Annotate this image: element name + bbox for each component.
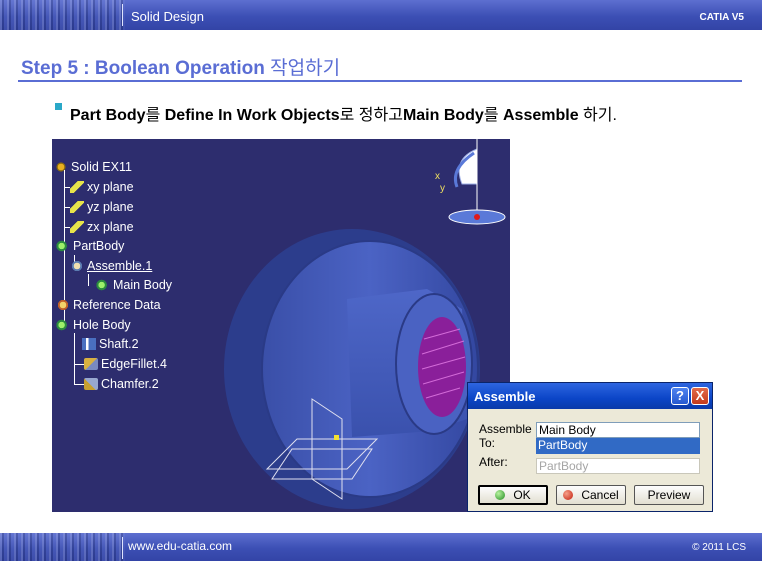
gear-icon: [54, 161, 68, 173]
tree-line: [74, 333, 75, 385]
cancel-button[interactable]: Cancel: [556, 485, 626, 505]
header-bar: Solid Design CATIA V5: [0, 0, 762, 30]
tree-item-label: Shaft.2: [99, 337, 139, 351]
tree-item-yz-plane[interactable]: yz plane: [70, 198, 134, 216]
body-icon: [56, 319, 70, 331]
tree-item-label: EdgeFillet.4: [101, 357, 168, 371]
instruction-text-1: 를: [145, 107, 165, 124]
shaft-icon: [82, 338, 96, 350]
plane-icon: [70, 201, 84, 213]
bullet-icon: [55, 103, 62, 110]
tree-item-shaft[interactable]: Shaft.2: [82, 335, 139, 353]
footer-decoration: [0, 533, 125, 561]
assemble-icon: [70, 260, 84, 272]
compass-widget[interactable]: x y: [432, 139, 510, 234]
chamfer-icon: [84, 378, 98, 390]
slide-title: Step 5 : Boolean Operation 작업하기: [21, 53, 340, 80]
instruction-part-body: Part Body: [70, 107, 146, 124]
body-icon: [56, 240, 70, 252]
instruction-text: Part Body를 Define In Work Objects로 정하고Ma…: [70, 101, 617, 125]
instruction-text-4: 하기.: [578, 107, 617, 124]
header-brand: CATIA V5: [699, 12, 744, 23]
footer-bar: www.edu-catia.com © 2011 LCS: [0, 533, 762, 561]
compass-y-label: y: [440, 183, 445, 194]
plane-icon: [70, 181, 84, 193]
hub-bore: [418, 317, 466, 417]
ok-icon: [495, 490, 506, 500]
footer-copyright: © 2011 LCS: [692, 542, 746, 553]
slide-title-en: Step 5 : Boolean Operation: [21, 58, 265, 79]
ok-label: OK: [513, 488, 531, 502]
instruction-assemble: Assemble: [503, 107, 579, 124]
instruction-main-body: Main Body: [402, 107, 484, 124]
tree-item-partbody[interactable]: PartBody: [56, 237, 124, 255]
tree-line: [88, 274, 89, 286]
instruction-text-2: 로 정하고: [339, 107, 403, 124]
preview-label: Preview: [647, 488, 691, 502]
header-divider: [122, 4, 123, 26]
after-label: After:: [479, 455, 508, 469]
tree-line: [74, 364, 84, 365]
instruction-text-3: 를: [483, 107, 503, 124]
tree-item-xy-plane[interactable]: xy plane: [70, 178, 134, 196]
header-title: Solid Design: [131, 9, 204, 24]
catia-viewport[interactable]: x y Solid EX11 xy plane yz plane zx plan…: [52, 139, 510, 512]
tree-item-zx-plane[interactable]: zx plane: [70, 218, 134, 236]
tree-root[interactable]: Solid EX11: [54, 158, 132, 176]
header-decoration: [0, 0, 125, 30]
tree-item-edgefillet[interactable]: EdgeFillet.4: [84, 355, 167, 373]
dialog-title: Assemble: [474, 389, 536, 404]
tree-item-label: Main Body: [113, 278, 173, 292]
tree-item-hole-body[interactable]: Hole Body: [56, 316, 131, 334]
help-button[interactable]: ?: [671, 387, 689, 405]
cancel-label: Cancel: [581, 488, 619, 502]
footer-divider: [122, 537, 123, 559]
plane-icon: [70, 221, 84, 233]
reference-icon: [56, 299, 70, 311]
tree-item-chamfer[interactable]: Chamfer.2: [84, 375, 159, 393]
tree-line: [74, 384, 84, 385]
instruction-define-work-object: Define In Work Objects: [164, 107, 340, 124]
tree-item-label: Assemble.1: [87, 259, 153, 273]
to-field[interactable]: PartBody: [536, 438, 700, 454]
axis-origin: [334, 435, 339, 440]
dialog-titlebar[interactable]: Assemble ? X: [468, 383, 712, 409]
assemble-label: Assemble: [479, 422, 532, 436]
cancel-icon: [563, 490, 574, 500]
after-field[interactable]: PartBody: [536, 458, 700, 474]
ok-button[interactable]: OK: [478, 485, 548, 505]
tree-item-assemble[interactable]: Assemble.1: [70, 257, 152, 275]
assemble-field[interactable]: Main Body: [536, 422, 700, 438]
title-rule: [18, 80, 742, 82]
preview-button[interactable]: Preview: [634, 485, 704, 505]
specification-tree[interactable]: Solid EX11 xy plane yz plane zx plane Pa…: [52, 139, 252, 399]
body-icon: [96, 279, 110, 291]
tree-item-label: yz plane: [87, 200, 134, 214]
tree-item-label: Hole Body: [73, 318, 131, 332]
footer-url: www.edu-catia.com: [128, 539, 233, 553]
assemble-dialog: Assemble ? X Assemble To: After: Main Bo…: [467, 382, 713, 512]
compass-x-label: x: [435, 171, 440, 182]
close-button[interactable]: X: [691, 387, 709, 405]
tree-item-label: Reference Data: [73, 298, 161, 312]
tree-item-label: xy plane: [87, 180, 134, 194]
tree-item-label: zx plane: [87, 220, 134, 234]
tree-root-label: Solid EX11: [71, 160, 132, 174]
tree-item-main-body[interactable]: Main Body: [96, 276, 172, 294]
tree-item-label: PartBody: [73, 239, 125, 253]
tree-item-reference-data[interactable]: Reference Data: [56, 296, 161, 314]
slide-title-kr: 작업하기: [270, 58, 341, 79]
fillet-icon: [84, 358, 98, 370]
tree-item-label: Chamfer.2: [101, 377, 159, 391]
to-label: To:: [479, 436, 496, 450]
